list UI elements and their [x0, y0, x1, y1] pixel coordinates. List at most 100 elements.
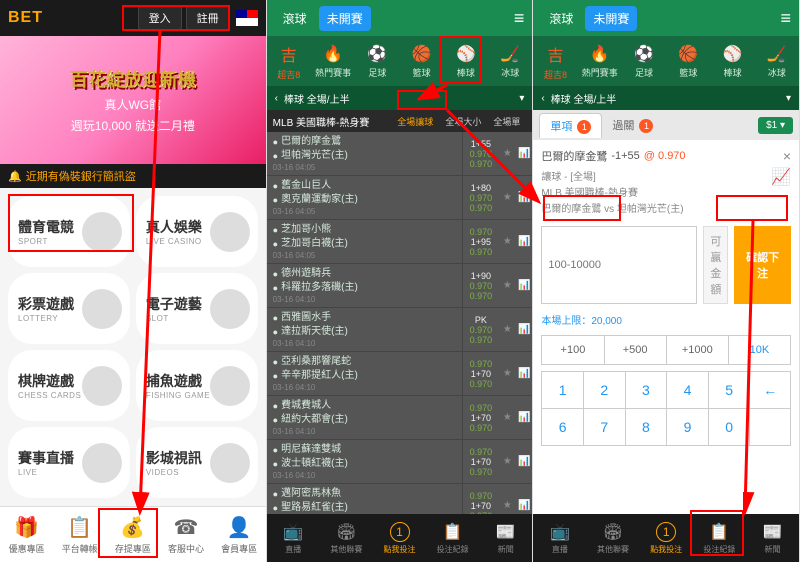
tile-fishing game[interactable]: 捕魚遊戲FISHING GAME — [136, 350, 258, 421]
sport-1[interactable]: 🔥熱門賽事 — [311, 36, 355, 86]
stake-input[interactable] — [541, 226, 697, 304]
bars-icon[interactable]: 📊 — [516, 484, 532, 514]
star-icon[interactable]: ★ — [498, 484, 516, 514]
match-list[interactable]: ●巴爾的摩金鷺●坦帕灣光芒(主)03-16 04:051+550.9700.97… — [267, 132, 533, 514]
star-icon[interactable]: ★ — [498, 396, 516, 439]
register-button[interactable]: 註冊 — [186, 6, 230, 30]
tile-lottery[interactable]: 彩票遊戲LOTTERY — [8, 273, 130, 344]
bars-icon[interactable]: 📊 — [516, 220, 532, 263]
odds-cell[interactable]: 1+550.9700.970 — [462, 132, 498, 175]
star-icon[interactable]: ★ — [498, 352, 516, 395]
bnav-1[interactable]: 🏟其他聯賽 — [586, 514, 639, 562]
sport-3[interactable]: 🏀籃球 — [666, 36, 710, 86]
nav-4[interactable]: 👤會員專區 — [213, 507, 266, 562]
chart-icon[interactable]: 📈 — [771, 170, 791, 186]
key-7[interactable]: 7 — [583, 409, 625, 446]
bars-icon[interactable]: 📊 — [516, 176, 532, 219]
star-icon[interactable]: ★ — [498, 220, 516, 263]
star-icon[interactable]: ★ — [498, 264, 516, 307]
tile-sport[interactable]: 體育電競SPORT — [8, 196, 130, 267]
key-5[interactable]: 5 — [708, 371, 750, 409]
sport-5[interactable]: 🏒冰球 — [755, 36, 799, 86]
bnav-4[interactable]: 📰新聞 — [479, 514, 532, 562]
chevron-down-icon[interactable]: ▾ — [786, 93, 791, 104]
key-3[interactable]: 3 — [625, 371, 667, 409]
tab-live[interactable]: 滾球 — [275, 6, 315, 31]
key-←[interactable]: ← — [749, 371, 791, 409]
key-4[interactable]: 4 — [666, 371, 708, 409]
key-6[interactable]: 6 — [541, 409, 583, 446]
chevron-down-icon[interactable]: ▾ — [519, 93, 524, 104]
sport-0[interactable]: 吉超吉8 — [533, 36, 577, 86]
bnav-3[interactable]: 📋投注紀錄 — [693, 514, 746, 562]
tab-upcoming[interactable]: 未開賽 — [585, 6, 637, 31]
quick-+1000[interactable]: +1000 — [666, 335, 728, 365]
confirm-bet-button[interactable]: 確認下注 — [734, 226, 791, 304]
match-row[interactable]: ●邁阿密馬林魚●聖路易紅雀(主)03-16 04:100.9701+700.97… — [267, 484, 533, 514]
odds-cell[interactable]: 0.9701+700.970 — [462, 396, 498, 439]
tab-upcoming[interactable]: 未開賽 — [319, 6, 371, 31]
match-row[interactable]: ●德州遊騎兵●科羅拉多落磯(主)03-16 04:101+900.9700.97… — [267, 264, 533, 308]
col-spread[interactable]: 全場讓球 — [391, 115, 439, 128]
key-0[interactable]: 0 — [708, 409, 750, 446]
sport-2[interactable]: ⚽足球 — [355, 36, 399, 86]
bnav-0[interactable]: 📺直播 — [267, 514, 320, 562]
sport-4[interactable]: ⚾棒球 — [710, 36, 754, 86]
menu-icon[interactable]: ≡ — [781, 8, 792, 29]
bnav-3[interactable]: 📋投注紀錄 — [426, 514, 479, 562]
match-row[interactable]: ●明尼蘇達雙城●波士頓紅襪(主)03-16 04:100.9701+700.97… — [267, 440, 533, 484]
sport-0[interactable]: 吉超吉8 — [267, 36, 311, 86]
chevron-left-icon[interactable]: ‹ — [275, 93, 278, 104]
odds-cell[interactable]: PK0.9700.970 — [462, 308, 498, 351]
odds-cell[interactable]: 0.9701+700.970 — [462, 484, 498, 514]
star-icon[interactable]: ★ — [498, 132, 516, 175]
match-row[interactable]: ●亞利桑那響尾蛇●辛辛那提紅人(主)03-16 04:100.9701+700.… — [267, 352, 533, 396]
sport-5[interactable]: 🏒冰球 — [488, 36, 532, 86]
quick-10K[interactable]: 10K — [728, 335, 791, 365]
bars-icon[interactable]: 📊 — [516, 396, 532, 439]
sport-3[interactable]: 🏀籃球 — [400, 36, 444, 86]
key-9[interactable]: 9 — [666, 409, 708, 446]
bnav-2[interactable]: 1點我投注 — [640, 514, 693, 562]
flag-icon[interactable] — [236, 10, 258, 26]
bars-icon[interactable]: 📊 — [516, 308, 532, 351]
key-1[interactable]: 1 — [541, 371, 583, 409]
col-ou[interactable]: 全場單 — [487, 115, 526, 128]
sport-2[interactable]: ⚽足球 — [622, 36, 666, 86]
match-row[interactable]: ●芝加哥小熊●芝加哥白襪(主)03-16 04:050.9701+950.970… — [267, 220, 533, 264]
key-8[interactable]: 8 — [625, 409, 667, 446]
match-row[interactable]: ●舊金山巨人●奧克蘭運動家(主)03-16 04:051+800.9700.97… — [267, 176, 533, 220]
bars-icon[interactable]: 📊 — [516, 264, 532, 307]
odds-cell[interactable]: 0.9701+700.970 — [462, 440, 498, 483]
login-button[interactable]: 登入 — [138, 6, 182, 30]
star-icon[interactable]: ★ — [498, 308, 516, 351]
odds-cell[interactable]: 0.9701+950.970 — [462, 220, 498, 263]
tile-chess cards[interactable]: 棋牌遊戲CHESS CARDS — [8, 350, 130, 421]
odds-cell[interactable]: 0.9701+700.970 — [462, 352, 498, 395]
sport-1[interactable]: 🔥熱門賽事 — [578, 36, 622, 86]
bnav-0[interactable]: 📺直播 — [533, 514, 586, 562]
quick-+500[interactable]: +500 — [604, 335, 666, 365]
close-icon[interactable]: × — [783, 148, 791, 164]
bars-icon[interactable]: 📊 — [516, 440, 532, 483]
match-row[interactable]: ●費城費城人●紐約大都會(主)03-16 04:100.9701+700.970… — [267, 396, 533, 440]
sport-4[interactable]: ⚾棒球 — [444, 36, 488, 86]
nav-2[interactable]: 💰存提專區 — [106, 507, 159, 562]
tile-videos[interactable]: 影城視訊VIDEOS — [136, 427, 258, 498]
bnav-1[interactable]: 🏟其他聯賽 — [320, 514, 373, 562]
tab-live[interactable]: 滾球 — [541, 6, 581, 31]
odds-cell[interactable]: 1+800.9700.970 — [462, 176, 498, 219]
chevron-left-icon[interactable]: ‹ — [541, 93, 544, 104]
bnav-2[interactable]: 1點我投注 — [373, 514, 426, 562]
tile-live casino[interactable]: 真人娛樂LIVE CASINO — [136, 196, 258, 267]
match-row[interactable]: ●巴爾的摩金鷺●坦帕灣光芒(主)03-16 04:051+550.9700.97… — [267, 132, 533, 176]
col-total[interactable]: 全場大小 — [439, 115, 487, 128]
star-icon[interactable]: ★ — [498, 176, 516, 219]
star-icon[interactable]: ★ — [498, 440, 516, 483]
promo-banner[interactable]: 百花綻放迎新機 真人WG館 週玩10,000 就送二月禮 — [0, 36, 266, 164]
tab-single[interactable]: 單項 1 — [539, 113, 602, 138]
menu-icon[interactable]: ≡ — [514, 8, 525, 29]
bars-icon[interactable]: 📊 — [516, 132, 532, 175]
tile-live[interactable]: 賽事直播LIVE — [8, 427, 130, 498]
bars-icon[interactable]: 📊 — [516, 352, 532, 395]
